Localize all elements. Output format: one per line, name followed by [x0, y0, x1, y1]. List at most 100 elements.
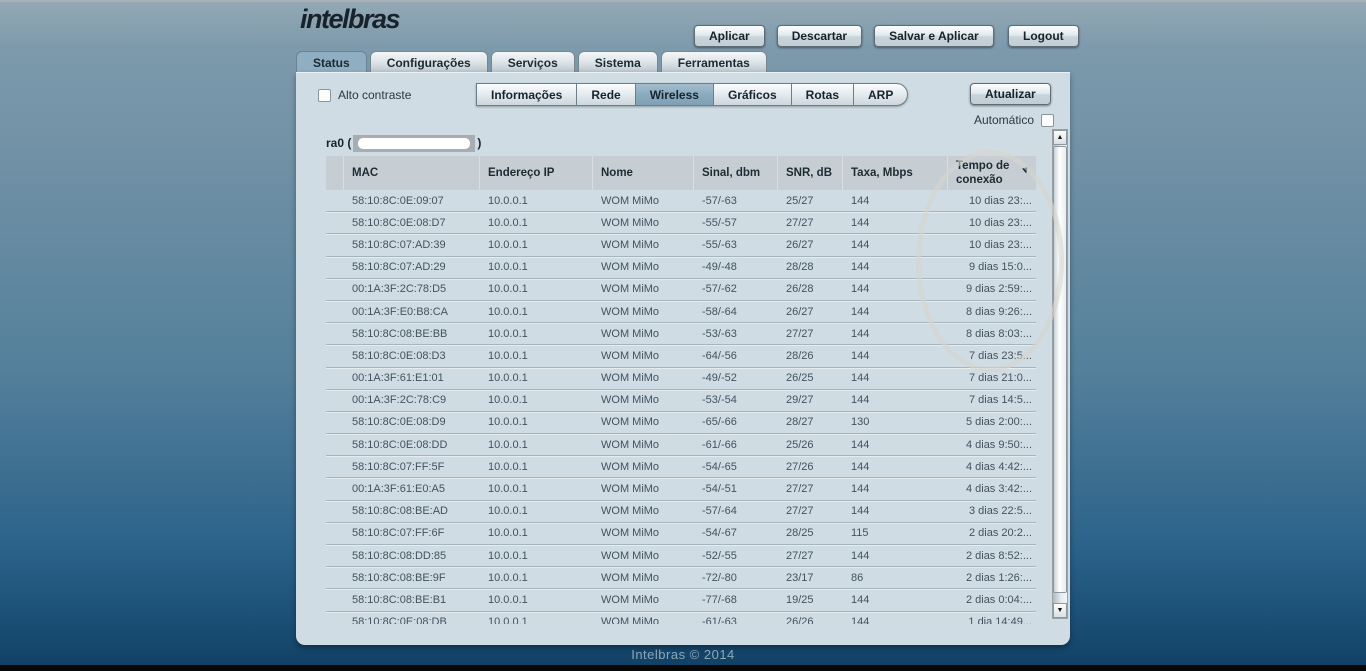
status-subtab[interactable]: Gráficos	[712, 83, 792, 106]
cell-sinal: -72/-80	[702, 571, 737, 584]
table-row[interactable]: 58:10:8C:0E:09:07 10.0.0.1 WOM MiMo -57/…	[326, 190, 1036, 213]
main-tab[interactable]: Ferramentas	[660, 51, 767, 72]
column-header-spacer	[326, 156, 344, 190]
interface-name-close: )	[477, 136, 482, 150]
table-row[interactable]: 00:1A:3F:61:E1:01 10.0.0.1 WOM MiMo -49/…	[326, 368, 1036, 390]
scroll-down-icon[interactable]: ▼	[1053, 603, 1067, 618]
status-subtab[interactable]: Wireless	[634, 83, 714, 106]
table-row[interactable]: 58:10:8C:0E:08:DB 10.0.0.1 WOM MiMo -61/…	[326, 612, 1036, 624]
table-row[interactable]: 58:10:8C:0E:08:D3 10.0.0.1 WOM MiMo -64/…	[326, 345, 1036, 368]
interface-name: ra0 (	[326, 136, 352, 150]
table-row[interactable]: 58:10:8C:07:AD:29 10.0.0.1 WOM MiMo -49/…	[326, 257, 1036, 279]
table-row[interactable]: 00:1A:3F:E0:B8:CA 10.0.0.1 WOM MiMo -58/…	[326, 301, 1036, 324]
cell-snr: 29/27	[786, 394, 814, 407]
table-row[interactable]: 58:10:8C:08:BE:B1 10.0.0.1 WOM MiMo -77/…	[326, 589, 1036, 612]
column-header-nome[interactable]: Nome	[593, 156, 694, 190]
cell-snr: 26/26	[786, 616, 814, 624]
status-subtab[interactable]: Informações	[476, 83, 578, 106]
cell-ip: 10.0.0.1	[488, 505, 528, 518]
table-row[interactable]: 58:10:8C:0E:08:D7 10.0.0.1 WOM MiMo -55/…	[326, 212, 1036, 235]
intelbras-logo: intelbras	[300, 4, 401, 34]
cell-mac: 58:10:8C:0E:08:D3	[352, 349, 446, 362]
cell-mac: 00:1A:3F:61:E1:01	[352, 372, 444, 385]
cell-ip: 10.0.0.1	[488, 527, 528, 540]
cell-tempo-conexao: 7 dias 14:5...	[969, 394, 1032, 407]
status-subtab[interactable]: Rotas	[790, 83, 854, 106]
cell-tempo-conexao: 7 dias 21:0...	[969, 372, 1032, 385]
cell-ip: 10.0.0.1	[488, 349, 528, 362]
column-header-taxa[interactable]: Taxa, Mbps	[843, 156, 948, 190]
descartar-button[interactable]: Descartar	[776, 25, 863, 47]
cell-nome: WOM MiMo	[601, 593, 660, 606]
cell-sinal: -61/-66	[702, 438, 737, 451]
main-tab-bar: Status Configurações Serviços Sistema Fe…	[296, 51, 767, 72]
table-row[interactable]: 58:10:8C:07:AD:39 10.0.0.1 WOM MiMo -55/…	[326, 234, 1036, 257]
alto-contraste-checkbox[interactable]	[318, 88, 331, 102]
cell-nome: WOM MiMo	[601, 416, 660, 429]
cell-nome: WOM MiMo	[601, 327, 660, 340]
column-header-snr[interactable]: SNR, dB	[778, 156, 843, 190]
cell-taxa: 144	[851, 372, 870, 385]
salvar-e-aplicar-button[interactable]: Salvar e Aplicar	[874, 25, 994, 47]
table-row[interactable]: 58:10:8C:0E:08:DD 10.0.0.1 WOM MiMo -61/…	[326, 434, 1036, 457]
table-row[interactable]: 58:10:8C:08:BE:9F 10.0.0.1 WOM MiMo -72/…	[326, 567, 1036, 590]
cell-mac: 58:10:8C:0E:09:07	[352, 194, 444, 207]
logout-button[interactable]: Logout	[1008, 25, 1079, 47]
cell-taxa: 144	[851, 505, 870, 518]
cell-taxa: 130	[851, 416, 870, 429]
cell-sinal: -77/-68	[702, 593, 737, 606]
column-header-sinal[interactable]: Sinal, dbm	[694, 156, 778, 190]
status-panel: Alto contraste Informações Rede Wireless…	[296, 72, 1070, 645]
cell-sinal: -53/-54	[702, 394, 737, 407]
cell-nome: WOM MiMo	[601, 372, 660, 385]
cell-sinal: -65/-66	[702, 416, 737, 429]
cell-tempo-conexao: 4 dias 9:50:...	[965, 438, 1032, 451]
cell-ip: 10.0.0.1	[488, 327, 528, 340]
column-header-tempo-conexao[interactable]: Tempo de conexão ▾	[948, 156, 1036, 190]
scrollbar-thumb[interactable]	[1053, 146, 1067, 593]
cell-taxa: 144	[851, 616, 870, 624]
main-tab[interactable]: Status	[296, 51, 367, 72]
cell-mac: 58:10:8C:08:BE:9F	[352, 571, 446, 584]
atualizar-button[interactable]: Atualizar	[970, 83, 1051, 105]
status-subtab-label: Wireless	[649, 87, 699, 102]
column-header-mac[interactable]: MAC	[344, 156, 480, 190]
table-row[interactable]: 58:10:8C:08:DD:85 10.0.0.1 WOM MiMo -52/…	[326, 545, 1036, 568]
cell-mac: 58:10:8C:07:AD:39	[352, 238, 446, 251]
cell-mac: 58:10:8C:08:BE:AD	[352, 505, 449, 518]
cell-sinal: -54/-51	[702, 483, 737, 496]
cell-mac: 58:10:8C:0E:08:DD	[352, 438, 448, 451]
cell-taxa: 144	[851, 261, 870, 274]
table-scrollbar[interactable]: ▲ ▼	[1052, 129, 1068, 619]
cell-tempo-conexao: 8 dias 9:26:...	[965, 305, 1032, 318]
cell-sinal: -54/-65	[702, 460, 737, 473]
automatico-checkbox[interactable]	[1041, 113, 1054, 127]
cell-snr: 26/27	[786, 238, 814, 251]
main-tab[interactable]: Configurações	[369, 51, 488, 72]
table-row[interactable]: 58:10:8C:07:FF:6F 10.0.0.1 WOM MiMo -54/…	[326, 523, 1036, 545]
column-header-ip[interactable]: Endereço IP	[480, 156, 593, 190]
table-row[interactable]: 58:10:8C:08:BE:BB 10.0.0.1 WOM MiMo -53/…	[326, 323, 1036, 346]
table-row[interactable]: 00:1A:3F:61:E0:A5 10.0.0.1 WOM MiMo -54/…	[326, 478, 1036, 501]
scroll-up-icon[interactable]: ▲	[1053, 130, 1067, 145]
main-tab[interactable]: Sistema	[577, 51, 658, 72]
main-tab[interactable]: Serviços	[490, 51, 575, 72]
cell-snr: 27/26	[786, 460, 814, 473]
cell-ip: 10.0.0.1	[488, 261, 528, 274]
alto-contraste-control: Alto contraste	[318, 88, 411, 102]
cell-nome: WOM MiMo	[601, 261, 660, 274]
cell-sinal: -55/-57	[702, 216, 737, 229]
cell-taxa: 144	[851, 305, 870, 318]
cell-snr: 28/26	[786, 349, 814, 362]
cell-mac: 58:10:8C:07:AD:29	[352, 261, 446, 274]
table-row[interactable]: 58:10:8C:08:BE:AD 10.0.0.1 WOM MiMo -57/…	[326, 501, 1036, 523]
aplicar-button[interactable]: Aplicar	[694, 25, 765, 47]
table-row[interactable]: 58:10:8C:07:FF:5F 10.0.0.1 WOM MiMo -54/…	[326, 456, 1036, 479]
table-row[interactable]: 00:1A:3F:2C:78:D5 10.0.0.1 WOM MiMo -57/…	[326, 279, 1036, 301]
table-row[interactable]: 58:10:8C:0E:08:D9 10.0.0.1 WOM MiMo -65/…	[326, 412, 1036, 435]
table-row[interactable]: 00:1A:3F:2C:78:C9 10.0.0.1 WOM MiMo -53/…	[326, 390, 1036, 412]
status-subtab[interactable]: ARP	[853, 83, 909, 106]
cell-mac: 58:10:8C:07:FF:5F	[352, 460, 445, 473]
page-top-divider	[0, 0, 1366, 2]
status-subtab[interactable]: Rede	[576, 83, 636, 106]
